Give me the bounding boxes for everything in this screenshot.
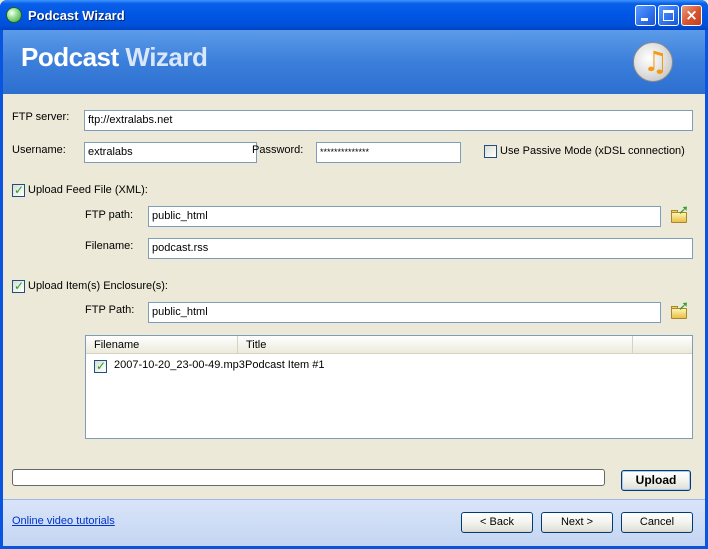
- enclosure-path-label: FTP Path:: [85, 304, 135, 316]
- banner-title-word1: Podcast: [21, 42, 119, 72]
- podcast-wizard-window: Podcast Wizard × Podcast Wizard ♫ FTP se…: [0, 0, 708, 549]
- feed-browse-button[interactable]: ➚: [670, 203, 690, 227]
- maximize-icon: [663, 10, 674, 21]
- enclosure-browse-button[interactable]: ➚: [670, 299, 690, 323]
- ftp-server-label: FTP server:: [12, 111, 70, 123]
- cancel-button[interactable]: Cancel: [621, 512, 693, 533]
- upload-button[interactable]: Upload: [621, 470, 691, 491]
- list-item-title: Podcast Item #1: [245, 359, 325, 371]
- passive-mode-checkbox[interactable]: [484, 145, 497, 158]
- music-disc-logo: ♫: [633, 42, 673, 82]
- window-title: Podcast Wizard: [28, 8, 125, 23]
- password-input[interactable]: **************: [316, 142, 461, 163]
- username-label: Username:: [12, 144, 66, 156]
- title-bar[interactable]: Podcast Wizard ×: [0, 0, 708, 30]
- upload-feed-label: Upload Feed File (XML):: [28, 184, 148, 196]
- next-button[interactable]: Next >: [541, 512, 613, 533]
- banner-title-word2: Wizard: [125, 42, 208, 72]
- list-item[interactable]: ✓ 2007-10-20_23-00-49.mp3 Podcast Item #…: [92, 358, 652, 374]
- list-item-filename: 2007-10-20_23-00-49.mp3: [114, 359, 245, 371]
- maximize-button[interactable]: [658, 5, 679, 26]
- username-input[interactable]: extralabs: [84, 142, 257, 163]
- upload-enclosures-checkbox[interactable]: ✓: [12, 279, 25, 293]
- ftp-server-input[interactable]: ftp://extralabs.net: [84, 110, 693, 131]
- passive-mode-label: Use Passive Mode (xDSL connection): [500, 145, 685, 157]
- checkbox-check-icon: ✓: [96, 359, 107, 373]
- list-header: Filename Title: [86, 336, 692, 354]
- back-button[interactable]: < Back: [461, 512, 533, 533]
- close-button[interactable]: ×: [681, 5, 702, 26]
- minimize-icon: [641, 18, 648, 21]
- column-header-title[interactable]: Title: [238, 336, 633, 354]
- enclosure-path-input[interactable]: public_html: [148, 302, 661, 323]
- music-note-icon: ♫: [643, 45, 669, 78]
- podcast-app-icon: [6, 7, 22, 23]
- banner-title: Podcast Wizard: [21, 42, 208, 73]
- footer-bar: Online video tutorials < Back Next > Can…: [3, 499, 705, 546]
- upload-progress-bar: [12, 469, 605, 486]
- checkbox-check-icon: ✓: [14, 183, 25, 197]
- upload-feed-checkbox[interactable]: ✓: [12, 183, 25, 197]
- feed-filename-input[interactable]: podcast.rss: [148, 238, 693, 259]
- enclosure-list[interactable]: Filename Title ✓ 2007-10-20_23-00-49.mp3…: [85, 335, 693, 439]
- minimize-button[interactable]: [635, 5, 656, 26]
- close-icon: ×: [685, 6, 698, 24]
- arrow-icon: ➚: [678, 299, 689, 314]
- video-tutorials-link[interactable]: Online video tutorials: [12, 515, 115, 527]
- password-label: Password:: [252, 144, 304, 156]
- feed-path-input[interactable]: public_html: [148, 206, 661, 227]
- list-item-checkbox[interactable]: ✓: [94, 359, 107, 373]
- upload-enclosures-label: Upload Item(s) Enclosure(s):: [28, 280, 168, 292]
- arrow-icon: ➚: [678, 203, 689, 218]
- header-banner: Podcast Wizard ♫: [3, 30, 705, 94]
- feed-filename-label: Filename:: [85, 240, 134, 252]
- checkbox-check-icon: ✓: [14, 279, 25, 293]
- wizard-content: FTP server: ftp://extralabs.net Username…: [3, 94, 705, 499]
- column-header-filename[interactable]: Filename: [86, 336, 238, 354]
- feed-path-label: FTP path:: [85, 209, 134, 221]
